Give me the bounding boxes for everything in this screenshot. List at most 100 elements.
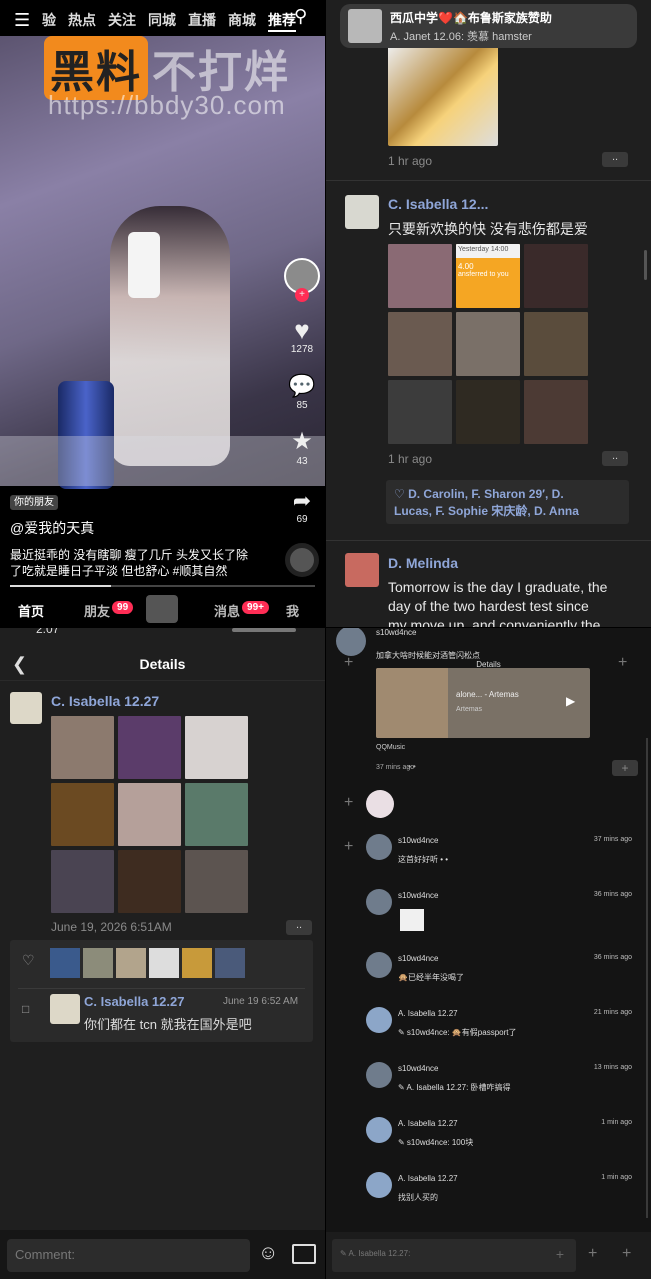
nav-item-active[interactable]: 推荐: [268, 10, 296, 32]
comment-icon: 💬: [288, 373, 316, 398]
nav-item-6[interactable]: 商城: [228, 10, 256, 32]
bottom-nav-me[interactable]: 我: [286, 601, 299, 620]
liker-avatar[interactable]: [50, 948, 80, 978]
comment-scrollbar[interactable]: [646, 738, 648, 1218]
nav-item-1[interactable]: 验: [42, 10, 56, 32]
post2-photo-5[interactable]: [456, 312, 520, 376]
dots-button[interactable]: • •: [408, 762, 416, 771]
liker-avatar[interactable]: [116, 948, 146, 978]
music-disc-icon: [285, 543, 319, 577]
liker-avatars: [50, 948, 248, 978]
nav-item-2[interactable]: 热点: [68, 10, 96, 32]
post2-avatar[interactable]: [345, 195, 379, 229]
comment-button[interactable]: 💬 85: [282, 372, 322, 411]
detail-photo-7[interactable]: [51, 850, 114, 913]
detail-photo-5[interactable]: [118, 783, 181, 846]
top-avatar[interactable]: [336, 628, 366, 656]
plus-icon[interactable]: +: [556, 1246, 564, 1262]
post1-more-button[interactable]: ..: [602, 152, 628, 167]
comment-row[interactable]: s10wd4nce 36 mins ago: [366, 889, 636, 931]
comment-time: 21 mins ago: [593, 1009, 632, 1016]
plus-icon[interactable]: +: [588, 1245, 597, 1263]
detail-photo-1[interactable]: [51, 716, 114, 779]
post-author[interactable]: C. Isabella 12.27: [51, 693, 159, 709]
detail-photo-6[interactable]: [185, 783, 248, 846]
bottom-nav-home[interactable]: 首页: [18, 601, 44, 620]
image-icon[interactable]: [292, 1244, 316, 1264]
post3-avatar[interactable]: [345, 553, 379, 587]
post2-photo-9[interactable]: [524, 380, 588, 444]
nav-item-3[interactable]: 关注: [108, 10, 136, 32]
post2-name[interactable]: C. Isabella 12...: [388, 196, 488, 212]
commenter-avatar[interactable]: [50, 994, 80, 1024]
comment-row[interactable]: A. Isabella 12.27 1 min ago 找别人买的: [366, 1172, 636, 1212]
plus-icon[interactable]: +: [344, 794, 353, 812]
music-disc[interactable]: [282, 543, 322, 577]
post2-photo-3[interactable]: [524, 244, 588, 308]
post-date: June 19, 2026 6:51AM: [51, 920, 172, 934]
post2-photo-8[interactable]: [456, 380, 520, 444]
liker-avatar[interactable]: [215, 948, 245, 978]
comment-row[interactable]: A. Isabella 12.27 1 min ago ✎ s10wd4nce:…: [366, 1117, 636, 1157]
comment-input[interactable]: Comment:: [7, 1239, 250, 1272]
heart-icon: ♥: [294, 315, 310, 345]
post3-name[interactable]: D. Melinda: [388, 555, 458, 571]
top-user-name[interactable]: s10wd4nce: [376, 628, 416, 637]
liker-avatar[interactable]: [182, 948, 212, 978]
menu-icon[interactable]: ☰: [14, 10, 30, 31]
detail-photo-9[interactable]: [185, 850, 248, 913]
plus-icon[interactable]: +: [622, 1245, 631, 1263]
author-avatar-button[interactable]: +: [282, 258, 322, 302]
bottom-nav-friends[interactable]: 朋友 99: [84, 601, 134, 620]
post2-photo-6[interactable]: [524, 312, 588, 376]
commenter-name[interactable]: C. Isabella 12.27: [84, 994, 184, 1009]
post2-more-button[interactable]: ..: [602, 451, 628, 466]
detail-photo-2[interactable]: [118, 716, 181, 779]
comment-row[interactable]: s10wd4nce 37 mins ago 这首好好听 • •: [366, 834, 636, 874]
emoji-icon[interactable]: ☺: [258, 1242, 278, 1265]
favorite-button[interactable]: ★ 43: [282, 428, 322, 467]
detail-photo-3[interactable]: [185, 716, 248, 779]
reply-input[interactable]: ✎ A. Isabella 12.27: +: [332, 1239, 576, 1272]
post2-photo-4[interactable]: [388, 312, 452, 376]
sticker-avatar[interactable]: [366, 790, 394, 818]
detail-photo-8[interactable]: [118, 850, 181, 913]
bottom-nav-messages[interactable]: 消息 99+: [214, 601, 269, 620]
comment-row[interactable]: A. Isabella 12.27 21 mins ago ✎ s10wd4nc…: [366, 1007, 636, 1047]
friends-label: 朋友: [84, 604, 111, 619]
liker-avatar[interactable]: [149, 948, 179, 978]
music-source: QQMusic: [376, 744, 406, 751]
post1-image[interactable]: [388, 46, 498, 146]
comment-row[interactable]: s10wd4nce 36 mins ago 🙊已经半年没喝了: [366, 952, 636, 992]
detail-photo-4[interactable]: [51, 783, 114, 846]
notification-banner[interactable]: 西瓜中学❤️🏠布鲁斯家族赞助 A. Janet 12.06: 羡慕 hamste…: [340, 4, 637, 48]
music-card[interactable]: alone... - Artemas Artemas ▶: [376, 668, 590, 738]
video-progress-track[interactable]: [10, 585, 315, 587]
likes-box: ♡ □ C. Isabella 12.27 June 19 6:52 AM 你们…: [10, 940, 313, 1042]
caption-line-1: 最近挺乖的 没有瞎聊 瘦了几斤 头发又长了除: [10, 548, 249, 562]
comment-author: A. Isabella 12.27: [398, 1174, 458, 1183]
likes-line-1[interactable]: ♡ D. Carolin, F. Sharon 29′, D.: [394, 486, 621, 503]
likes-line-2[interactable]: Lucas, F. Sophie 宋庆龄, D. Anna: [394, 503, 621, 520]
follow-plus-icon[interactable]: +: [295, 288, 309, 302]
comment-row[interactable]: s10wd4nce 13 mins ago ✎ A. Isabella 12.2…: [366, 1062, 636, 1102]
plus-icon[interactable]: +: [618, 654, 627, 672]
post2-photo-2[interactable]: Yesterday 14:00 4.00 ansferred to you: [456, 244, 520, 308]
feed-scrollbar[interactable]: [644, 250, 647, 280]
plus-icon[interactable]: +: [344, 838, 353, 856]
author-name[interactable]: @爱我的天真: [10, 518, 280, 538]
plus-icon[interactable]: +: [344, 654, 353, 672]
liker-avatar[interactable]: [83, 948, 113, 978]
like-button[interactable]: ♥ 1278: [282, 316, 322, 355]
post-avatar[interactable]: [10, 692, 42, 724]
share-button[interactable]: ➦ 69: [282, 488, 322, 525]
nav-item-4[interactable]: 同城: [148, 10, 176, 32]
search-icon[interactable]: ⚲: [294, 6, 307, 27]
post2-photo-1[interactable]: [388, 244, 452, 308]
plus-button[interactable]: +: [612, 760, 638, 776]
play-icon[interactable]: ▶: [566, 694, 575, 708]
post-more-button[interactable]: ..: [286, 920, 312, 935]
post2-photo-7[interactable]: [388, 380, 452, 444]
nav-item-5[interactable]: 直播: [188, 10, 216, 32]
create-button[interactable]: [146, 595, 178, 623]
